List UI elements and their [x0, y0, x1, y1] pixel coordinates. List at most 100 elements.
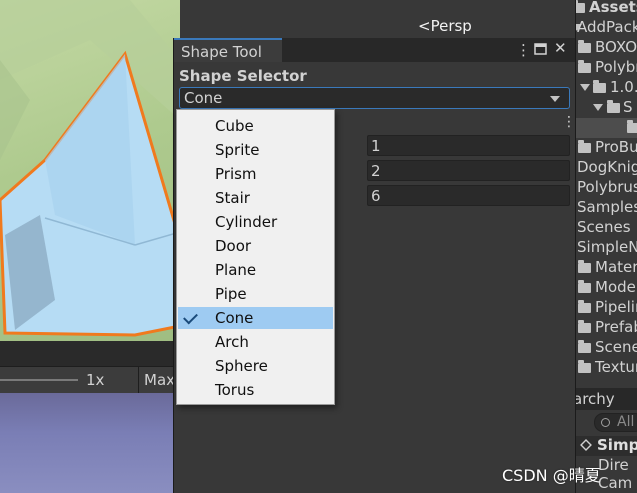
menu-item-door[interactable]: Door [178, 235, 333, 257]
menu-item-stair[interactable]: Stair [178, 187, 333, 209]
field-height[interactable]: 2 [367, 160, 570, 181]
project-item-label: Polybrus [577, 178, 637, 196]
close-icon[interactable]: ✕ [554, 39, 567, 57]
scale-slider[interactable] [0, 379, 78, 381]
project-item-label: Polybr [595, 58, 637, 76]
game-view[interactable] [0, 393, 180, 493]
project-item-model[interactable]: Model [576, 278, 637, 298]
project-item-textur[interactable]: Textur [576, 358, 637, 378]
project-item-label: S [623, 98, 633, 116]
checkmark-icon [183, 309, 198, 325]
folder-icon [578, 280, 591, 293]
folder-icon [578, 140, 591, 153]
settings-menu-icon[interactable]: ⋮ [562, 114, 576, 130]
hierarchy-scene-row[interactable]: Simpl [576, 436, 637, 456]
menu-item-pipe[interactable]: Pipe [178, 283, 333, 305]
hierarchy-search-input[interactable]: All [594, 413, 637, 432]
menu-item-label: Plane [215, 261, 257, 279]
project-item-label: SimpleN [577, 238, 637, 256]
folder-icon [578, 320, 591, 333]
folder-icon [578, 60, 591, 73]
project-item-version[interactable]: 1.0. [576, 78, 637, 98]
project-item-label: AddPack [577, 18, 637, 36]
shape-dropdown-value: Cone [184, 89, 223, 107]
menu-item-cube[interactable]: Cube [178, 115, 333, 137]
project-item-label: Scene [595, 338, 637, 356]
project-item-label: Scenes [577, 218, 631, 236]
menu-item-sprite[interactable]: Sprite [178, 139, 333, 161]
project-item-label: DogKnig [577, 158, 637, 176]
menu-item-label: Sphere [215, 357, 268, 375]
menu-item-torus[interactable]: Torus [178, 379, 333, 401]
project-item-pipelin[interactable]: Pipelin [576, 298, 637, 318]
scene-viewport[interactable] [0, 0, 180, 341]
project-item-label: Samples [577, 198, 637, 216]
folder-icon [627, 120, 637, 133]
project-item-addpack[interactable]: AddPack [576, 18, 637, 38]
menu-item-label: Cylinder [215, 213, 278, 231]
project-item-simplen[interactable]: SimpleN [576, 238, 637, 258]
project-item-samples[interactable]: Samples [576, 198, 637, 218]
camera-mode-label[interactable]: <Persp [418, 17, 472, 35]
folder-icon [578, 40, 591, 53]
project-item-scenes[interactable]: Scenes [576, 218, 637, 238]
menu-item-label: Sprite [215, 141, 260, 159]
tab-hierarchy[interactable]: archy [576, 388, 637, 410]
project-item-polybrus[interactable]: Polybrus [576, 178, 637, 198]
project-item-polybr[interactable]: Polybr [576, 58, 637, 78]
folder-icon [578, 340, 591, 353]
folder-icon [607, 100, 620, 113]
folder-icon [593, 80, 606, 93]
project-item-scene[interactable]: Scene [576, 338, 637, 358]
folder-icon [578, 360, 591, 373]
menu-item-label: Torus [215, 381, 255, 399]
project-item-probu[interactable]: ProBu [576, 138, 637, 158]
chevron-left-icon: < [418, 17, 431, 35]
scale-label: 1x [86, 371, 105, 389]
field-value: 6 [371, 187, 381, 205]
project-item-mater[interactable]: Mater [576, 258, 637, 278]
menu-item-arch[interactable]: Arch [178, 331, 333, 353]
menu-item-label: Cube [215, 117, 254, 135]
project-item-assets[interactable]: Assets [576, 0, 637, 18]
scene-view[interactable] [0, 0, 180, 341]
watermark: CSDN @晴夏 [502, 466, 601, 485]
more-options-icon[interactable]: ⋮ [516, 41, 531, 59]
hierarchy-item[interactable]: Cam [598, 474, 632, 492]
project-item-dogknig[interactable]: DogKnig [576, 158, 637, 178]
menu-item-label: Stair [215, 189, 250, 207]
menu-item-label: Cone [215, 309, 254, 327]
expand-arrow-icon[interactable] [593, 104, 603, 111]
shape-dropdown[interactable]: Cone [179, 87, 570, 109]
maximize-icon[interactable] [534, 40, 547, 59]
project-item-label: BOXO [595, 38, 637, 56]
project-item-selected[interactable] [576, 118, 637, 138]
menu-item-cylinder[interactable]: Cylinder [178, 211, 333, 233]
project-item-prefab[interactable]: Prefab [576, 318, 637, 338]
project-item-label: Model [595, 278, 637, 296]
menu-item-sphere[interactable]: Sphere [178, 355, 333, 377]
field-radius[interactable]: 1 [367, 135, 570, 156]
menu-item-cone[interactable]: Cone [178, 307, 333, 329]
search-icon [601, 418, 610, 427]
search-placeholder: All [617, 414, 635, 430]
tab-shape-tool[interactable]: Shape Tool [174, 38, 282, 62]
menu-item-label: Prism [215, 165, 257, 183]
project-item-label: 1.0. [610, 78, 637, 96]
menu-item-label: Arch [215, 333, 249, 351]
menu-item-prism[interactable]: Prism [178, 163, 333, 185]
unity-scene-icon [580, 439, 592, 451]
field-value: 2 [371, 162, 381, 180]
project-item-s[interactable]: S [576, 98, 637, 118]
project-item-label: Mater [595, 258, 637, 276]
project-item-label: ProBu [595, 138, 637, 156]
menu-item-plane[interactable]: Plane [178, 259, 333, 281]
hierarchy-item[interactable]: Dire [598, 456, 629, 474]
project-item-label: Assets [589, 0, 637, 16]
project-item-boxo[interactable]: BOXO [576, 38, 637, 58]
field-subdivisions[interactable]: 6 [367, 185, 570, 206]
dropdown-arrow-icon [550, 96, 560, 102]
expand-arrow-icon[interactable] [580, 84, 590, 91]
field-value: 1 [371, 137, 381, 155]
project-item-label: Textur [595, 358, 637, 376]
